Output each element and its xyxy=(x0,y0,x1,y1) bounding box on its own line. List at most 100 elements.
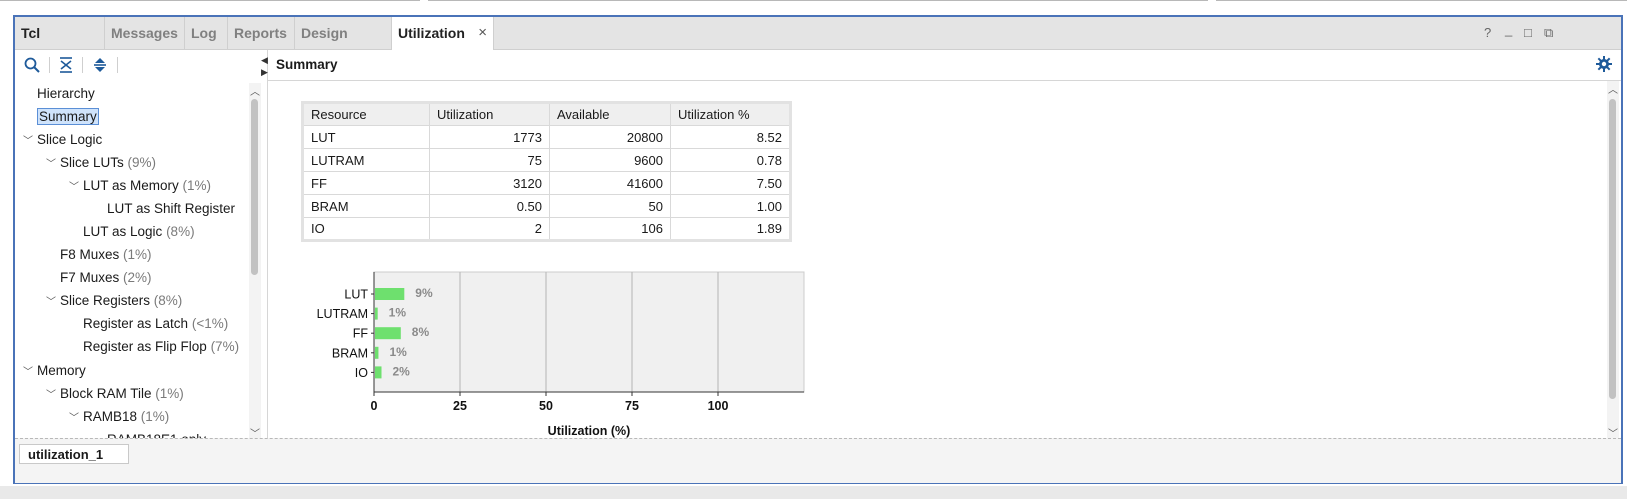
page-title: Summary xyxy=(276,57,338,72)
column-header[interactable]: Resource xyxy=(302,102,430,126)
column-header[interactable]: Utilization xyxy=(429,102,550,126)
table-row[interactable]: BRAM 0.50 50 1.00 xyxy=(302,194,791,218)
table-cell: 75 xyxy=(429,148,550,172)
table-cell: 50 xyxy=(549,194,671,218)
x-axis-title: Utilization (%) xyxy=(548,424,631,438)
tree-item-lut-as-shift-register[interactable]: LUT as Shift Register xyxy=(107,198,235,220)
tree-scrollbar[interactable]: ︿ ﹀ xyxy=(249,83,261,440)
plot-area xyxy=(373,271,805,393)
tab-label: Utilization xyxy=(398,25,465,41)
float-icon[interactable]: ⧉ xyxy=(1544,25,1553,41)
table-cell: 1.89 xyxy=(670,217,791,241)
tree-item-lut-as-logic[interactable]: LUT as Logic (8%) xyxy=(83,221,195,243)
column-header[interactable]: Utilization % xyxy=(670,102,791,126)
data-label: 1% xyxy=(389,306,407,320)
help-icon[interactable]: ? xyxy=(1484,25,1491,40)
collapse-panel-icon[interactable]: ◀ ▶ xyxy=(261,54,268,78)
tree-item-register-as-latch[interactable]: Register as Latch (<1%) xyxy=(83,313,228,335)
content-scrollbar[interactable]: ︿ ﹀ xyxy=(1607,81,1619,440)
tree-item-hierarchy[interactable]: Hierarchy xyxy=(37,83,95,105)
x-tick-label: 75 xyxy=(625,399,639,413)
chevron-down-icon[interactable]: ﹀ xyxy=(46,385,57,407)
category-label: LUT xyxy=(344,288,368,302)
tree-item-slice-luts[interactable]: ﹀ Slice LUTs (9%) xyxy=(46,152,156,174)
bar xyxy=(375,327,401,340)
chevron-down-icon[interactable]: ﹀ xyxy=(69,408,80,430)
tree-item-slice-logic[interactable]: ﹀ Slice Logic xyxy=(23,129,102,151)
table-cell: 0.50 xyxy=(429,194,550,218)
table-cell: 0.78 xyxy=(670,148,791,172)
expand-all-icon[interactable] xyxy=(91,56,109,74)
table-cell: 3120 xyxy=(429,171,550,195)
tree-item-slice-registers[interactable]: ﹀ Slice Registers (8%) xyxy=(46,290,182,312)
report-tree: Hierarchy Summary ﹀ Slice Logic ﹀ Slice LU… xyxy=(15,83,249,441)
x-tick-label: 0 xyxy=(371,399,378,413)
chevron-down-icon[interactable]: ﹀ xyxy=(23,362,34,384)
scroll-thumb[interactable] xyxy=(1609,99,1616,399)
table-cell: LUT xyxy=(302,125,430,149)
gear-icon[interactable] xyxy=(1595,55,1613,73)
minimize-icon[interactable]: _ xyxy=(1505,22,1512,37)
x-tick-label: 25 xyxy=(453,399,467,413)
maximize-icon[interactable]: □ xyxy=(1524,25,1532,40)
tab-utilization-1[interactable]: utilization_1 xyxy=(19,444,129,464)
data-label: 1% xyxy=(389,345,407,359)
tab-label: Reports xyxy=(234,25,287,41)
tree-item-f8-muxes[interactable]: F8 Muxes (1%) xyxy=(60,244,152,266)
chevron-down-icon[interactable]: ﹀ xyxy=(23,131,34,153)
tab-bar: Tcl Console Messages Log Reports Design … xyxy=(15,17,1621,73)
tab-tcl-console[interactable]: Tcl Console xyxy=(15,17,105,73)
scroll-thumb[interactable] xyxy=(251,99,258,275)
tree-item-ramb18[interactable]: ﹀ RAMB18 (1%) xyxy=(69,406,169,428)
table-row[interactable]: LUTRAM 75 9600 0.78 xyxy=(302,148,791,172)
table-cell: BRAM xyxy=(302,194,430,218)
tree-item-memory[interactable]: ﹀ Memory xyxy=(23,360,86,382)
tab-utilization[interactable]: Utilization × xyxy=(392,17,494,50)
tree-item-lut-as-memory[interactable]: ﹀ LUT as Memory (1%) xyxy=(69,175,211,197)
chevron-down-icon[interactable]: ﹀ xyxy=(46,292,57,314)
collapse-all-icon[interactable] xyxy=(57,56,75,74)
chevron-down-icon[interactable]: ﹀ xyxy=(69,177,80,199)
utilization-panel: Tcl Console Messages Log Reports Design … xyxy=(13,15,1623,484)
tab-log[interactable]: Log xyxy=(185,17,228,49)
tree-item-block-ram-tile[interactable]: ﹀ Block RAM Tile (1%) xyxy=(46,383,184,405)
tree-item-register-as-flip-flop[interactable]: Register as Flip Flop (7%) xyxy=(83,336,239,358)
table-cell: 2 xyxy=(429,217,550,241)
utilization-table: Resource Utilization Available Utilizati… xyxy=(301,101,792,242)
top-strip xyxy=(0,0,1627,14)
table-row[interactable]: IO 2 106 1.89 xyxy=(302,217,791,241)
bar xyxy=(375,307,378,320)
bottom-strip xyxy=(0,486,1627,499)
table-header-row: Resource Utilization Available Utilizati… xyxy=(302,102,791,126)
pane-splitter[interactable] xyxy=(267,50,268,441)
x-tick-label: 50 xyxy=(539,399,553,413)
scroll-up-icon[interactable]: ︿ xyxy=(250,83,260,98)
x-tick-label: 100 xyxy=(708,399,729,413)
table-cell: 1773 xyxy=(429,125,550,149)
tab-label: Messages xyxy=(111,25,178,41)
tree-item-summary[interactable]: Summary xyxy=(37,106,99,128)
table-cell: 9600 xyxy=(549,148,671,172)
tree-item-f7-muxes[interactable]: F7 Muxes (2%) xyxy=(60,267,152,289)
tab-messages[interactable]: Messages xyxy=(105,17,185,49)
close-icon[interactable]: × xyxy=(478,17,487,49)
tree-toolbar xyxy=(15,50,269,80)
bar xyxy=(375,346,379,359)
scroll-up-icon[interactable]: ︿ xyxy=(1608,81,1618,96)
table-cell: FF xyxy=(302,171,430,195)
table-cell: LUTRAM xyxy=(302,148,430,172)
table-cell: 41600 xyxy=(549,171,671,195)
search-icon[interactable] xyxy=(23,56,41,74)
tab-reports[interactable]: Reports xyxy=(228,17,295,49)
report-tabs-bar: utilization_1 xyxy=(15,438,1621,483)
table-row[interactable]: FF 3120 41600 7.50 xyxy=(302,171,791,195)
bar xyxy=(375,288,405,300)
tab-label: Log xyxy=(191,25,217,41)
tab-design-runs[interactable]: Design Runs xyxy=(295,17,392,73)
chevron-down-icon[interactable]: ﹀ xyxy=(46,154,57,176)
table-row[interactable]: LUT 1773 20800 8.52 xyxy=(302,125,791,149)
table-cell: 7.50 xyxy=(670,171,791,195)
column-header[interactable]: Available xyxy=(549,102,671,126)
data-label: 2% xyxy=(393,364,411,378)
data-label: 8% xyxy=(412,325,430,339)
